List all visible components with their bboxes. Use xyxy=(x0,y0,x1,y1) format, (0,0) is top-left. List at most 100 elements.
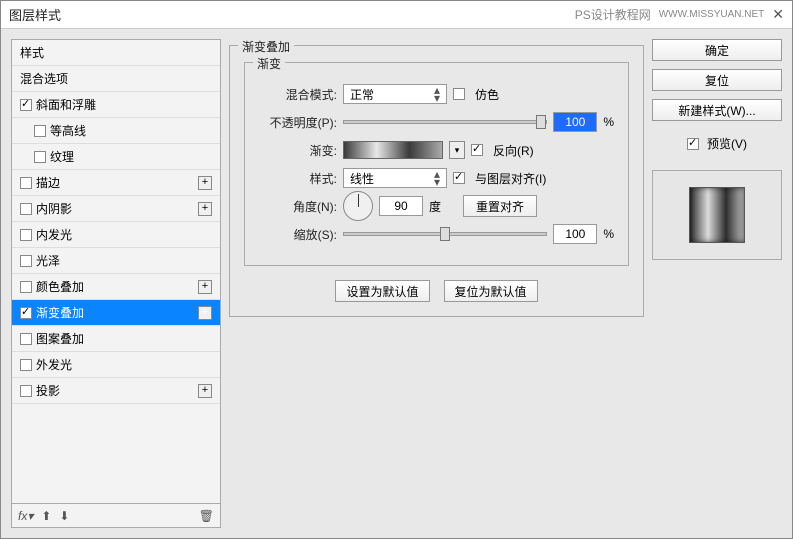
style-item-label: 渐变叠加 xyxy=(36,304,84,321)
titlebar: 图层样式 PS设计教程网 WWW.MISSYUAN.NET ✕ xyxy=(1,1,792,29)
style-item[interactable]: 混合选项 xyxy=(12,66,220,92)
style-item-label: 光泽 xyxy=(36,252,60,269)
style-item[interactable]: 图案叠加 xyxy=(12,326,220,352)
style-item-label: 颜色叠加 xyxy=(36,278,84,295)
window-title: 图层样式 xyxy=(9,5,61,24)
section-title: 渐变叠加 xyxy=(238,38,294,55)
style-item[interactable]: 斜面和浮雕 xyxy=(12,92,220,118)
style-checkbox[interactable] xyxy=(34,125,46,137)
style-item-label: 描边 xyxy=(36,174,60,191)
style-item[interactable]: 光泽 xyxy=(12,248,220,274)
angle-input[interactable]: 90 xyxy=(379,196,423,216)
style-item[interactable]: 内发光 xyxy=(12,222,220,248)
reverse-label: 反向(R) xyxy=(493,142,534,159)
style-item[interactable]: 纹理 xyxy=(12,144,220,170)
preview-label: 预览(V) xyxy=(707,135,747,152)
style-item[interactable]: 颜色叠加 + xyxy=(12,274,220,300)
settings-panel: 渐变叠加 渐变 混合模式: 正常 ▴▾ 仿色 不透明度(P): xyxy=(229,39,644,528)
percent-label: % xyxy=(603,115,614,129)
style-item[interactable]: 等高线 xyxy=(12,118,220,144)
styles-list: 样式混合选项斜面和浮雕等高线纹理描边 + 内阴影 + 内发光光泽颜色叠加 + 渐变叠加 + 图案… xyxy=(11,39,221,504)
add-effect-button[interactable]: + xyxy=(198,306,212,320)
group-gradient: 渐变 混合模式: 正常 ▴▾ 仿色 不透明度(P): 100 xyxy=(244,62,629,266)
style-checkbox[interactable] xyxy=(20,255,32,267)
scale-slider[interactable] xyxy=(343,232,547,236)
close-icon[interactable]: ✕ xyxy=(772,6,784,23)
add-effect-button[interactable]: + xyxy=(198,202,212,216)
style-checkbox[interactable] xyxy=(20,307,32,319)
style-checkbox[interactable] xyxy=(20,229,32,241)
opacity-label: 不透明度(P): xyxy=(259,114,337,131)
blend-mode-label: 混合模式: xyxy=(259,86,337,103)
add-effect-button[interactable]: + xyxy=(198,176,212,190)
align-checkbox[interactable] xyxy=(453,172,465,184)
set-default-button[interactable]: 设置为默认值 xyxy=(335,280,429,302)
style-item-label: 斜面和浮雕 xyxy=(36,96,96,113)
align-label: 与图层对齐(I) xyxy=(475,170,546,187)
style-item-label: 等高线 xyxy=(50,122,86,139)
style-checkbox[interactable] xyxy=(20,359,32,371)
percent-label: % xyxy=(603,227,614,241)
gradient-preview[interactable] xyxy=(343,141,443,159)
reset-align-button[interactable]: 重置对齐 xyxy=(463,195,537,217)
angle-label: 角度(N): xyxy=(259,198,337,215)
style-label: 样式: xyxy=(259,170,337,187)
style-item-label: 图案叠加 xyxy=(36,330,84,347)
style-item[interactable]: 投影 + xyxy=(12,378,220,404)
angle-dial[interactable] xyxy=(343,191,373,221)
style-item[interactable]: 外发光 xyxy=(12,352,220,378)
gradient-dropdown[interactable]: ▾ xyxy=(449,141,465,159)
trash-icon[interactable]: 🗑 xyxy=(199,509,214,523)
style-checkbox[interactable] xyxy=(20,333,32,345)
dither-label: 仿色 xyxy=(475,86,499,103)
action-panel: 确定 复位 新建样式(W)... 预览(V) xyxy=(652,39,782,528)
ok-button[interactable]: 确定 xyxy=(652,39,782,61)
style-checkbox[interactable] xyxy=(20,385,32,397)
add-effect-button[interactable]: + xyxy=(198,384,212,398)
style-item[interactable]: 渐变叠加 + xyxy=(12,300,220,326)
section-gradient-overlay: 渐变叠加 渐变 混合模式: 正常 ▴▾ 仿色 不透明度(P): xyxy=(229,45,644,317)
style-checkbox[interactable] xyxy=(20,99,32,111)
style-item[interactable]: 描边 + xyxy=(12,170,220,196)
layer-style-dialog: 图层样式 PS设计教程网 WWW.MISSYUAN.NET ✕ 样式混合选项斜面… xyxy=(0,0,793,539)
style-select[interactable]: 线性 ▴▾ xyxy=(343,168,447,188)
scale-input[interactable]: 100 xyxy=(553,224,597,244)
style-item[interactable]: 内阴影 + xyxy=(12,196,220,222)
gradient-label: 渐变: xyxy=(259,142,337,159)
chevron-updown-icon: ▴▾ xyxy=(434,86,440,103)
watermark-url: WWW.MISSYUAN.NET xyxy=(659,9,765,20)
fx-icon[interactable]: fx▾ xyxy=(18,509,33,523)
style-checkbox[interactable] xyxy=(20,177,32,189)
styles-panel: 样式混合选项斜面和浮雕等高线纹理描边 + 内阴影 + 内发光光泽颜色叠加 + 渐变叠加 + 图案… xyxy=(11,39,221,528)
preview-checkbox[interactable] xyxy=(687,138,699,150)
angle-unit: 度 xyxy=(429,198,441,215)
add-effect-button[interactable]: + xyxy=(198,280,212,294)
style-item-label: 外发光 xyxy=(36,356,72,373)
opacity-slider[interactable] xyxy=(343,120,547,124)
dialog-content: 样式混合选项斜面和浮雕等高线纹理描边 + 内阴影 + 内发光光泽颜色叠加 + 渐变叠加 + 图案… xyxy=(1,29,792,538)
style-checkbox[interactable] xyxy=(20,281,32,293)
reverse-checkbox[interactable] xyxy=(471,144,483,156)
scale-label: 缩放(S): xyxy=(259,226,337,243)
style-item-label: 内发光 xyxy=(36,226,72,243)
arrow-up-icon[interactable]: ⬆ xyxy=(41,509,51,523)
style-checkbox[interactable] xyxy=(34,151,46,163)
style-checkbox[interactable] xyxy=(20,203,32,215)
style-item-label: 纹理 xyxy=(50,148,74,165)
styles-header: 样式 xyxy=(12,40,220,66)
opacity-input[interactable]: 100 xyxy=(553,112,597,132)
style-item-label: 内阴影 xyxy=(36,200,72,217)
dither-checkbox[interactable] xyxy=(453,88,465,100)
style-item-label: 混合选项 xyxy=(20,70,68,87)
cancel-button[interactable]: 复位 xyxy=(652,69,782,91)
reset-default-button[interactable]: 复位为默认值 xyxy=(444,280,538,302)
watermark-text: PS设计教程网 xyxy=(575,6,651,23)
preview-swatch xyxy=(689,187,745,243)
chevron-updown-icon: ▴▾ xyxy=(434,170,440,187)
style-item-label: 投影 xyxy=(36,382,60,399)
preview-box xyxy=(652,170,782,260)
blend-mode-select[interactable]: 正常 ▴▾ xyxy=(343,84,447,104)
arrow-down-icon[interactable]: ⬇ xyxy=(59,509,69,523)
group-title: 渐变 xyxy=(253,55,285,72)
new-style-button[interactable]: 新建样式(W)... xyxy=(652,99,782,121)
